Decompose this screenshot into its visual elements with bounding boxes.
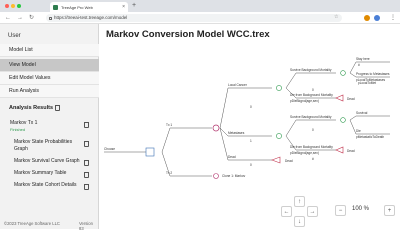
pan-up-button[interactable]: ↑ [294,196,305,207]
chance-node-metastases[interactable] [276,133,282,139]
delete-all-results-icon[interactable] [55,105,60,111]
clone-label: Clone 1: Markov [222,174,246,178]
pan-right-button[interactable]: → [307,206,318,217]
version-text: Version 83 [79,221,93,231]
window-maximize-button[interactable] [17,4,21,8]
sidebar-item-edit-model-values[interactable]: Edit Model Values [0,72,99,85]
bookmark-star-icon[interactable]: ☆ [334,15,338,20]
tree-edges [104,61,390,177]
reward-label: # [312,157,314,161]
user-heading: User [8,33,21,39]
sidebar-item-model-list[interactable]: Model List [0,44,99,57]
branch-label: Survival [356,111,368,115]
forward-icon[interactable]: → [17,14,23,22]
window-close-button[interactable] [5,4,9,8]
probability-label: pMetastaticToDeath [356,135,384,139]
delete-result-icon[interactable] [84,122,89,128]
result-item-markov-tx1[interactable]: Markov Tx 1 Finished [0,120,99,132]
tx1-label: Tx 1 [166,123,172,127]
zoom-in-button[interactable]: + [384,205,395,216]
branch-label: Survive Background Mortality [290,115,332,119]
delete-result-icon[interactable] [84,172,89,178]
browser-tab[interactable]: TreeAge Pro Web × [50,2,128,12]
reward-label: 1 [250,139,252,143]
reward-label: 0 [312,88,314,92]
probability-label: pLocalToMet [358,81,376,85]
reload-icon[interactable]: ↻ [29,14,34,22]
probability-label: # [358,63,360,67]
reward-label: 0 [312,128,314,132]
zoom-out-button[interactable]: − [335,205,346,216]
chance-node-local[interactable] [276,85,282,91]
back-icon[interactable]: ← [5,14,11,22]
branch-label: Die [356,129,361,133]
branch-label: Die from Background Mortality [290,145,333,149]
pan-down-button[interactable]: ↓ [294,216,305,227]
result-item-cohort-details[interactable]: Markov State Cohort Details [0,182,99,190]
chance-node-survive-meta[interactable] [340,117,346,123]
profile-avatar[interactable] [374,15,380,21]
lock-icon [49,16,52,20]
extension-icon[interactable] [364,15,370,21]
reward-label: 0 [250,163,252,167]
zoom-level: 100 % [352,206,370,212]
sidebar-item-view-model[interactable]: View Model [0,59,99,72]
result-label: Markov State Probabilities Graph [14,139,73,152]
new-tab-icon[interactable]: + [132,2,136,9]
chance-node-survive-local[interactable] [340,70,346,76]
window-controls [5,4,21,8]
terminal-label: Dead [347,97,355,101]
terminal-node-dead[interactable] [271,156,281,164]
branch-label: Die from Background Mortality [290,93,333,97]
browser-menu-icon[interactable]: ⋮ [390,14,396,22]
tab-close-icon[interactable]: × [122,4,125,10]
browser-tab-title: TreeAge Pro Web [61,4,93,10]
clone-markov-node[interactable] [213,173,219,179]
decision-node[interactable] [145,147,155,157]
tx2-label: Tx 2 [166,171,172,175]
sidebar-item-run-analysis[interactable]: Run Analysis [0,85,99,98]
state-label-dead: Dead [228,155,236,159]
state-label-metastases: Metastases [228,131,245,135]
terminal-label: Dead [347,149,355,153]
markov-node[interactable] [212,124,220,132]
url-field[interactable]: https://treeai-test.treeage.com/model [46,14,342,22]
analysis-results-heading: Analysis Results [0,102,99,114]
footer: ©2023 TreeAge Software LLC Version 83 [4,221,93,231]
window-minimize-button[interactable] [11,4,15,8]
decision-tree-canvas[interactable]: Choose Tx 1 Tx 2 Clone 1: Markov Local C… [100,36,400,206]
terminal-label: Dead [285,159,293,163]
delete-result-icon[interactable] [84,141,89,147]
branch-label: Progress to Metastases [356,72,390,76]
root-label: Choose [104,147,115,151]
delete-result-icon[interactable] [84,184,89,190]
probability-label: pDieBkgnd(age,sex) [290,151,319,155]
analysis-results-title: Analysis Results [9,105,54,111]
copyright-text: ©2023 TreeAge Software LLC [4,221,60,226]
treeage-favicon-icon [53,4,58,10]
branch-label: Stay here [356,57,370,61]
result-item-state-probabilities[interactable]: Markov State Probabilities Graph [0,139,89,152]
browser-tab-bar: TreeAge Pro Web × + [0,0,400,12]
terminal-node-dead[interactable] [335,94,344,102]
result-item-survival-curve[interactable]: Markov Survival Curve Graph [0,158,99,166]
terminal-node-dead[interactable] [335,146,344,154]
state-label-local: Local Cancer [228,83,248,87]
result-item-summary-table[interactable]: Markov Summary Table [0,170,99,178]
probability-label: pDieBkgnd(age,sex) [290,99,319,103]
reward-label: 0 [250,105,252,109]
url-text: https://treeai-test.treeage.com/model [54,15,128,20]
address-bar-row: ← → ↻ https://treeai-test.treeage.com/mo… [0,12,400,24]
delete-result-icon[interactable] [84,160,89,166]
branch-label: Survive Background Mortality [290,68,332,72]
pan-left-button[interactable]: ← [281,206,292,217]
sidebar: User Model List View Model Edit Model Va… [0,24,99,231]
